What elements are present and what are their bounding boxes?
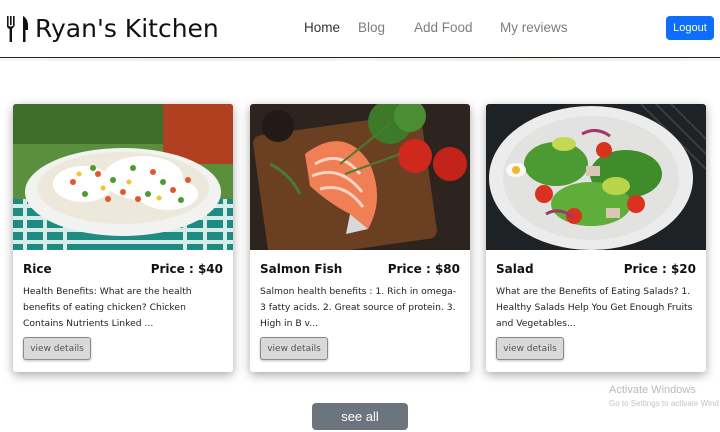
brand[interactable]: Ryan's Kitchen	[5, 13, 219, 45]
nav-link-add-food[interactable]: Add Food	[414, 20, 473, 35]
card-header: Rice Price : $40	[23, 262, 223, 276]
food-description: Salmon health benefits : 1. Rich in omeg…	[260, 286, 457, 329]
card-header: Salmon Fish Price : $80	[260, 262, 460, 276]
nav-link-blog[interactable]: Blog	[358, 20, 385, 35]
food-name: Salad	[496, 262, 534, 276]
food-name: Salmon Fish	[260, 262, 343, 276]
activate-windows-subtitle: Go to Settings to activate Wind	[609, 399, 719, 408]
food-description: What are the Benefits of Eating Salads? …	[496, 286, 693, 329]
activate-windows-title: Activate Windows	[609, 384, 696, 396]
nav-link-my-reviews[interactable]: My reviews	[500, 20, 568, 35]
food-card-salmon-fish: Salmon Fish Price : $80 Salmon health be…	[250, 104, 470, 372]
fork-knife-icon	[7, 16, 29, 42]
food-image-salad	[486, 104, 706, 250]
logout-button[interactable]: Logout	[666, 16, 714, 40]
header-divider	[0, 58, 720, 61]
food-price: Price : $40	[150, 262, 223, 276]
food-image-salmon-fish	[250, 104, 470, 250]
nav-link-home[interactable]: Home	[304, 20, 340, 35]
view-details-button[interactable]: view details	[496, 337, 564, 360]
food-name: Rice	[23, 262, 52, 276]
food-description: Health Benefits: What are the health ben…	[23, 286, 192, 329]
navbar: Ryan's Kitchen Home Blog Add Food My rev…	[0, 0, 720, 58]
food-card-rice: Rice Price : $40 Health Benefits: What a…	[13, 104, 233, 372]
view-details-button[interactable]: view details	[23, 337, 91, 360]
food-image-rice	[13, 104, 233, 250]
food-price: Price : $80	[387, 262, 460, 276]
see-all-button[interactable]: see all	[312, 403, 408, 430]
brand-name: Ryan's Kitchen	[35, 14, 219, 43]
card-header: Salad Price : $20	[496, 262, 696, 276]
food-card-salad: Salad Price : $20 What are the Benefits …	[486, 104, 706, 372]
food-price: Price : $20	[623, 262, 696, 276]
view-details-button[interactable]: view details	[260, 337, 328, 360]
